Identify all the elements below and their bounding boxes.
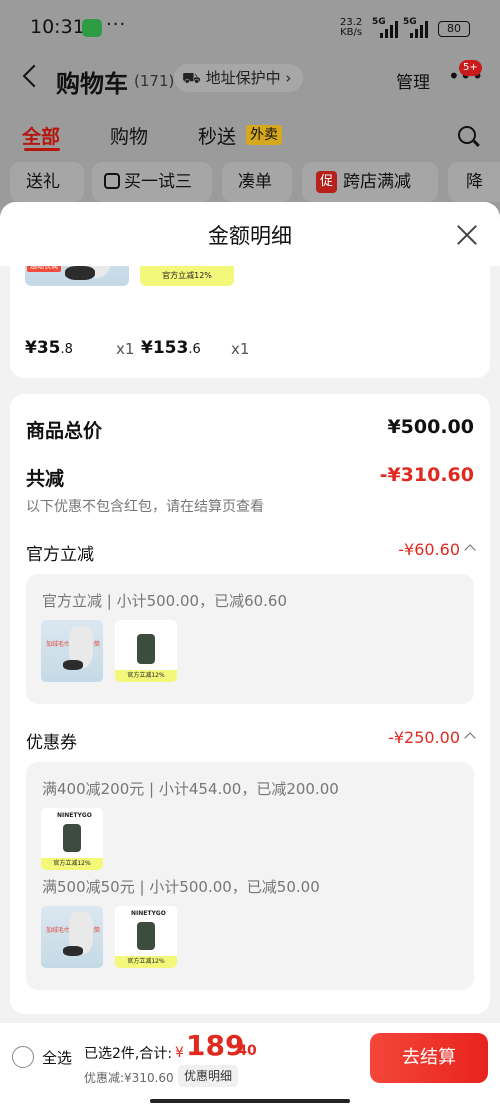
chip-cross-store-label: 跨店满减	[343, 172, 412, 192]
official-reduction-value: -¥60.60	[398, 540, 460, 559]
total-amount-decimal: .40	[232, 1043, 257, 1059]
page-title: 购物车	[56, 70, 128, 98]
total-label: 商品总价	[26, 420, 103, 442]
home-indicator	[150, 1099, 350, 1103]
select-all-label[interactable]: 全选	[42, 1047, 72, 1068]
back-arrow-icon[interactable]	[22, 64, 46, 88]
sock-product-thumb: 加绒毛巾底运动长筒	[41, 906, 103, 968]
suitcase-product-thumb: 官方立减12%	[115, 620, 177, 682]
amount-detail-sheet: 运动长筒 官方立减12% ¥35.8 x1 ¥153.6 x1 金额明细 商品总…	[0, 202, 500, 1023]
chip-cross-store[interactable]: 促跨店满减	[302, 162, 438, 202]
chevron-up-icon	[464, 544, 476, 556]
item-suitcase-price: ¥153.6	[141, 338, 201, 358]
discount-note: 以下优惠不包含红包，请在结算页查看	[26, 499, 264, 515]
coupon-group-2-summary: 满500减50元 | 小计500.00，已减50.00	[42, 878, 320, 896]
item-sock-qty: x1	[116, 340, 135, 358]
cart-tabs: 全部 购物 秒送 外卖	[0, 118, 500, 158]
signal-icon-2	[410, 20, 434, 38]
address-protect-label: 地址保护中	[205, 69, 281, 87]
chip-try-three[interactable]: 买一试三	[92, 162, 212, 202]
tab-flash-delivery[interactable]: 秒送	[198, 122, 236, 149]
chip-price-drop[interactable]: 降	[448, 162, 500, 202]
discount-summary: 优惠减:¥310.60	[84, 1071, 174, 1085]
chip-try-three-label: 买一试三	[124, 172, 192, 192]
network-speed-unit: KB/s	[340, 27, 363, 38]
filter-chips: 送礼 买一试三 凑单 促跨店满减 降	[0, 162, 500, 202]
status-bar: 10:31 ··· 23.2 KB/s 5G 5G 80	[0, 0, 500, 58]
official-reduction-label: 官方立减	[26, 545, 94, 565]
cart-page-background: 10:31 ··· 23.2 KB/s 5G 5G 80 购物车 (171) ⛟…	[0, 0, 500, 230]
close-icon[interactable]	[456, 224, 478, 246]
address-protect-chip[interactable]: ⛟ 地址保护中 ›	[174, 64, 304, 92]
official-reduction-group: 官方立减 | 小计500.00，已减60.60 加绒毛巾底运动长筒 官方立减12…	[26, 574, 474, 704]
suitcase-product-thumb: NINETYGO 官方立减12%	[115, 906, 177, 968]
suitcase-product-thumb: NINETYGO 官方立减12%	[41, 808, 103, 870]
chip-bundle[interactable]: 凑单	[222, 162, 292, 202]
sheet-header: 金额明细	[0, 202, 500, 266]
coupon-group: 满400减200元 | 小计454.00，已减200.00 NINETYGO 官…	[26, 762, 474, 990]
select-all-radio[interactable]	[12, 1046, 34, 1068]
amount-detail-card: 商品总价 ¥500.00 共减 -¥310.60 以下优惠不包含红包，请在结算页…	[10, 394, 490, 1014]
official-reduction-toggle[interactable]: -¥60.60	[398, 540, 476, 559]
coupon-group-1-summary: 满400减200元 | 小计454.00，已减200.00	[42, 780, 339, 798]
battery-icon: 80	[438, 21, 470, 37]
chip-gift[interactable]: 送礼	[10, 162, 84, 202]
total-value: ¥500.00	[387, 416, 474, 438]
active-tab-indicator	[24, 148, 60, 151]
checkout-button[interactable]: 去结算	[370, 1033, 488, 1083]
total-currency: ¥	[175, 1045, 184, 1061]
suitcase-tag: 官方立减12%	[140, 266, 234, 286]
chevron-up-icon	[464, 732, 476, 744]
item-sock-price: ¥35.8	[25, 338, 73, 358]
cart-count: (171)	[134, 72, 175, 90]
reduce-label: 共减	[26, 468, 65, 490]
discount-detail-button[interactable]: 优惠明细	[178, 1065, 239, 1087]
item-suitcase-qty: x1	[231, 340, 250, 358]
status-time: 10:31	[30, 16, 85, 38]
network-speed: 23.2 KB/s	[340, 18, 362, 38]
takeout-badge: 外卖	[246, 125, 282, 145]
tab-shopping[interactable]: 购物	[110, 122, 148, 149]
search-icon[interactable]	[458, 126, 476, 144]
message-badge: 5+	[459, 60, 482, 76]
official-reduction-summary: 官方立减 | 小计500.00，已减60.60	[42, 592, 288, 610]
cart-header: 购物车 (171) ⛟ 地址保护中 › 管理 ••• 5+	[0, 58, 500, 104]
coupon-value: -¥250.00	[388, 728, 460, 747]
sheet-title: 金额明细	[208, 224, 292, 248]
chevron-right-icon: ›	[280, 69, 292, 87]
signal-icon	[380, 20, 404, 38]
tab-all[interactable]: 全部	[22, 122, 60, 149]
truck-icon: ⛟	[182, 69, 206, 87]
selected-items-card: 运动长筒 官方立减12% ¥35.8 x1 ¥153.6 x1	[10, 256, 490, 378]
coupon-toggle[interactable]: -¥250.00	[388, 728, 476, 747]
sock-product-thumb: 加绒毛巾底运动长筒	[41, 620, 103, 682]
coupon-label: 优惠券	[26, 733, 77, 753]
wechat-icon	[82, 19, 102, 37]
selected-summary: 已选2件,合计:	[84, 1046, 173, 1062]
cup-icon	[104, 173, 120, 189]
reduce-value: -¥310.60	[379, 464, 474, 486]
checkout-bar: 全选 已选2件,合计: ¥ 189 .40 优惠减:¥310.60 优惠明细 去…	[0, 1023, 500, 1111]
more-notifications-icon: ···	[106, 14, 127, 35]
manage-button[interactable]: 管理	[396, 68, 430, 93]
promo-icon: 促	[316, 171, 338, 193]
